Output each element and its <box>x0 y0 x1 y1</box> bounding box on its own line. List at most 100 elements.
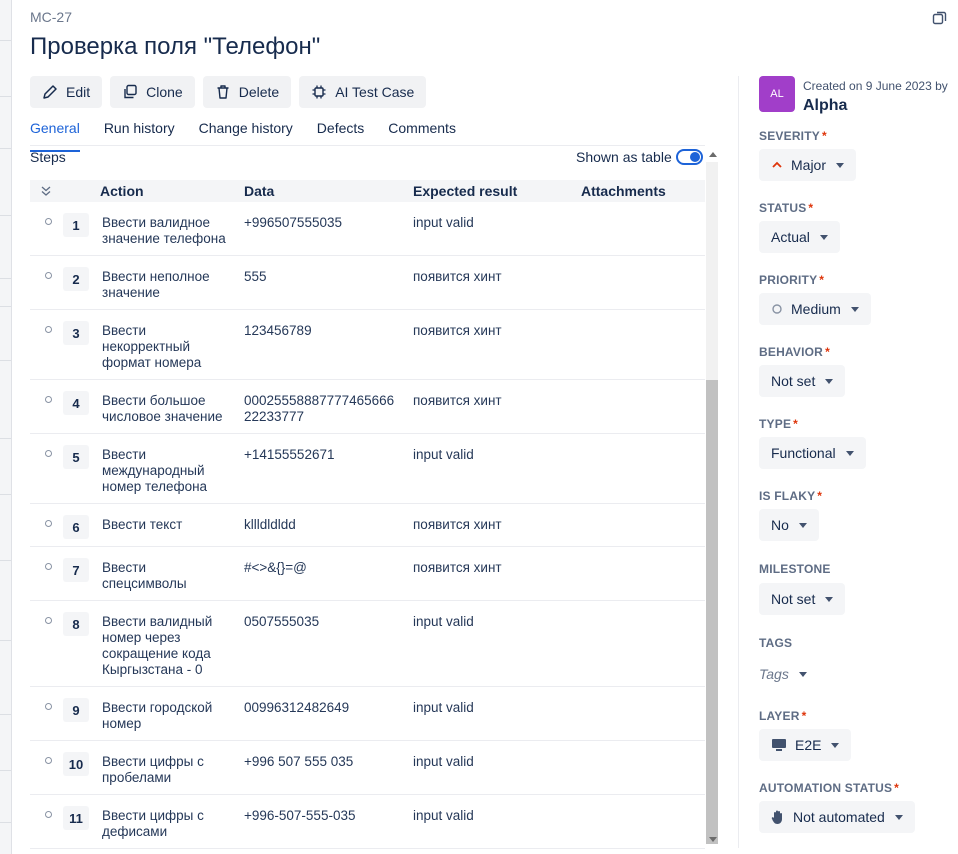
step-action: Ввести большое числовое значение <box>102 393 223 424</box>
step-data: 555 <box>244 269 267 284</box>
chevron-down-icon <box>825 378 834 384</box>
type-value: Functional <box>771 445 836 461</box>
step-status-icon <box>45 326 52 333</box>
test-case-main: MC-27 Проверка поля "Телефон" Edit Clone… <box>30 0 720 854</box>
severity-label: SEVERITY * <box>759 129 827 143</box>
priority-select[interactable]: Medium <box>759 293 871 325</box>
step-action: Ввести некорректный формат номера <box>102 323 202 370</box>
table-row[interactable]: 5 Ввести международный номер телефона +1… <box>30 434 705 504</box>
scroll-track[interactable] <box>706 162 718 844</box>
is-flaky-label: IS FLAKY * <box>759 489 823 503</box>
severity-value: Major <box>791 157 827 173</box>
steps-scrollbar[interactable] <box>706 148 720 848</box>
status-value: Actual <box>771 229 810 245</box>
pencil-icon <box>43 85 57 99</box>
step-status-icon <box>45 811 52 818</box>
chevron-down-icon <box>850 306 859 312</box>
step-status-icon <box>45 703 52 710</box>
table-row[interactable]: 4 Ввести большое числовое значение 00025… <box>30 380 705 434</box>
step-expected: input valid <box>413 808 474 823</box>
step-data: kllldldldd <box>244 517 296 532</box>
table-row[interactable]: 8 Ввести валидный номер через сокращение… <box>30 601 705 687</box>
step-number: 8 <box>63 612 89 636</box>
status-label: STATUS * <box>759 201 814 215</box>
table-view-switch[interactable] <box>675 149 703 165</box>
step-action: Ввести цифры с пробелами <box>102 754 204 785</box>
milestone-select[interactable]: Not set <box>759 583 846 615</box>
creator-name[interactable]: Alpha <box>803 97 847 115</box>
tags-value: Tags <box>759 666 789 682</box>
step-status-icon <box>45 757 52 764</box>
priority-value: Medium <box>791 301 841 317</box>
step-number: 5 <box>63 445 89 469</box>
tags-select[interactable]: Tags <box>759 658 819 690</box>
ai-test-case-label: AI Test Case <box>335 84 415 100</box>
layer-select[interactable]: E2E <box>759 729 852 761</box>
tab-change-history[interactable]: Change history <box>199 120 293 146</box>
table-row[interactable]: 10 Ввести цифры с пробелами +996 507 555… <box>30 741 705 795</box>
behavior-select[interactable]: Not set <box>759 365 846 397</box>
delete-button[interactable]: Delete <box>202 76 292 108</box>
tabs-divider <box>30 145 705 146</box>
step-number: 1 <box>63 213 89 237</box>
automation-status-value: Not automated <box>793 809 885 825</box>
chip-icon <box>312 85 326 99</box>
step-action: Ввести цифры с дефисами <box>102 808 204 839</box>
step-status-icon <box>45 272 52 279</box>
milestone-value: Not set <box>771 591 816 607</box>
step-data: +996 507 555 035 <box>244 754 354 769</box>
priority-label: PRIORITY * <box>759 273 825 287</box>
step-number: 11 <box>63 806 89 830</box>
step-number: 4 <box>63 391 89 415</box>
step-expected: появится хинт <box>413 323 502 338</box>
clone-button[interactable]: Clone <box>110 76 195 108</box>
scroll-thumb[interactable] <box>706 380 718 844</box>
automation-status-select[interactable]: Not automated <box>759 801 915 833</box>
severity-select[interactable]: Major <box>759 149 857 181</box>
copy-icon <box>124 84 137 99</box>
edit-button[interactable]: Edit <box>30 76 103 108</box>
background-panel <box>0 0 12 854</box>
step-data: +996-507-555-035 <box>244 808 356 823</box>
table-row[interactable]: 7 Ввести спецсимволы #<>&{}=@ появится х… <box>30 547 705 601</box>
behavior-label: BEHAVIOR * <box>759 345 830 359</box>
tab-run-history[interactable]: Run history <box>104 120 175 146</box>
scroll-up-arrow-icon[interactable] <box>709 152 717 157</box>
step-status-icon <box>45 218 52 225</box>
chevron-down-icon <box>798 522 807 528</box>
step-action: Ввести спецсимволы <box>102 560 187 591</box>
case-id: MC-27 <box>30 9 73 25</box>
steps-table: Action Data Expected result Attachments … <box>30 180 705 854</box>
tab-general[interactable]: General <box>30 120 80 152</box>
type-select[interactable]: Functional <box>759 437 866 469</box>
table-row[interactable]: 9 Ввести городской номер 00996312482649 … <box>30 687 705 741</box>
table-row[interactable]: 3 Ввести некорректный формат номера 1234… <box>30 310 705 380</box>
circle-icon <box>772 304 782 314</box>
chevron-down-icon <box>845 450 854 456</box>
tab-comments[interactable]: Comments <box>388 120 456 146</box>
step-data: 123456789 <box>244 323 312 338</box>
table-row[interactable]: 6 Ввести текст kllldldldd появится хинт <box>30 504 705 547</box>
is-flaky-select[interactable]: No <box>759 509 819 541</box>
table-row[interactable]: 11 Ввести цифры с дефисами +996-507-555-… <box>30 795 705 849</box>
status-select[interactable]: Actual <box>759 221 840 253</box>
step-data: 0507555035 <box>244 614 320 629</box>
avatar: AL <box>759 76 795 112</box>
clone-label: Clone <box>146 84 183 100</box>
ai-test-case-button[interactable]: AI Test Case <box>299 76 427 108</box>
tags-label: TAGS <box>759 636 793 650</box>
toolbar: Edit Clone Delete AI Test Case <box>30 76 427 108</box>
step-action: Ввести городской номер <box>102 700 213 731</box>
tab-defects[interactable]: Defects <box>317 120 364 146</box>
step-action: Ввести неполное значение <box>102 269 210 300</box>
scroll-down-arrow-icon[interactable] <box>709 837 717 842</box>
collapse-all-icon[interactable] <box>40 185 52 197</box>
table-row[interactable]: 1 Ввести валидное значение телефона +996… <box>30 202 705 256</box>
table-row[interactable]: 2 Ввести неполное значение 555 появится … <box>30 256 705 310</box>
layer-label: LAYER * <box>759 709 807 723</box>
step-expected: input valid <box>413 700 474 715</box>
automation-status-label: AUTOMATION STATUS * <box>759 781 900 795</box>
step-number: 6 <box>63 515 89 539</box>
step-action: Ввести валидное значение телефона <box>102 215 226 246</box>
step-action: Ввести международный номер телефона <box>102 447 208 494</box>
